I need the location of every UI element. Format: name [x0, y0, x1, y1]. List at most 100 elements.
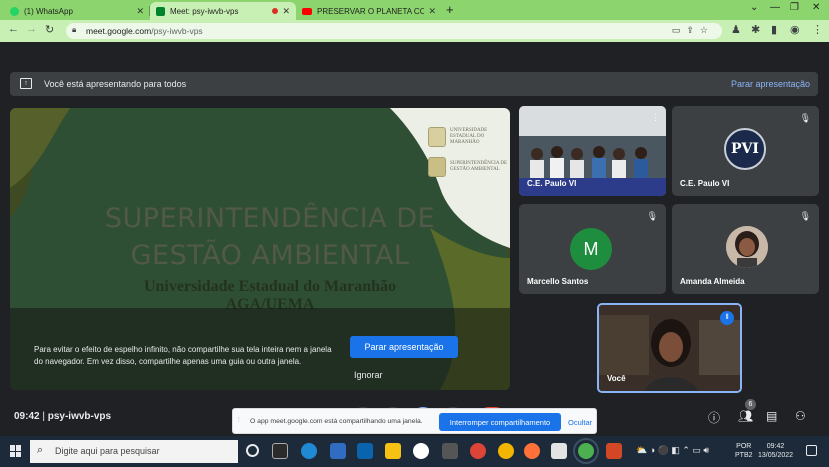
- more-menu-icon[interactable]: ⋮: [812, 23, 823, 36]
- sidepanel-icon[interactable]: ▮: [771, 23, 777, 36]
- stop-presenting-button[interactable]: Parar apresentação: [350, 336, 458, 358]
- share-notice-text: O app meet.google.com está compartilhand…: [250, 418, 423, 425]
- app-icon[interactable]: [442, 443, 458, 459]
- stop-presenting-link[interactable]: Parar apresentação: [731, 79, 810, 89]
- aga-seal-icon: [428, 157, 446, 177]
- dell-icon[interactable]: [413, 443, 429, 459]
- uema-seal-icon: [428, 127, 446, 147]
- search-icon: ⌕: [37, 444, 44, 456]
- mic-off-icon: 🎙︎: [646, 211, 658, 221]
- participant-name: Você: [607, 374, 626, 383]
- notification-icon[interactable]: [806, 445, 817, 456]
- address-bar[interactable]: 🔒︎ meet.google.com/psy-iwvb-vps ▭⇪☆: [66, 23, 722, 39]
- drag-handle-icon[interactable]: ⦙: [238, 417, 240, 425]
- firefox-icon[interactable]: [524, 443, 540, 459]
- tab-whatsapp[interactable]: (1) WhatsApp ✕: [4, 2, 150, 20]
- profile-icon[interactable]: ◉: [790, 23, 800, 36]
- separator: |: [42, 411, 45, 422]
- people-icon[interactable]: 👥︎: [738, 409, 753, 423]
- shared-screen: UNIVERSIDADE ESTADUAL DO MARANHÃO SUPERI…: [10, 108, 510, 390]
- window-close-button[interactable]: ✕: [812, 2, 820, 13]
- present-screen-icon: ↑: [20, 78, 32, 89]
- participant-tile[interactable]: ⋮ C.E. Paulo VI: [519, 106, 666, 196]
- browser-tab-strip: (1) WhatsApp ✕ Meet: psy-iwvb-vps ✕ PRES…: [0, 0, 829, 20]
- meeting-info: 09:42 | psy-iwvb-vps: [14, 411, 111, 422]
- stop-sharing-button[interactable]: Interromper compartilhamento: [439, 413, 561, 431]
- omnibox-action-icons[interactable]: ▭⇪☆: [672, 25, 714, 36]
- meeting-code: psy-iwvb-vps: [47, 411, 112, 422]
- hide-button[interactable]: Ocultar: [568, 418, 592, 427]
- self-view-tile[interactable]: ⦀ Você: [597, 303, 742, 393]
- tray-icons[interactable]: ⛅ ◑ ⚫ ◧ ⌃ ▭ 🔊︎: [636, 445, 709, 456]
- meeting-time: 09:42: [14, 411, 40, 422]
- people-count-badge: 6: [745, 399, 756, 410]
- activities-icon[interactable]: ⚇: [795, 409, 806, 423]
- whatsapp-icon: [10, 6, 19, 16]
- taskbar-search[interactable]: ⌕ Digite aqui para pesquisar: [30, 440, 238, 463]
- youtube-icon: [302, 7, 312, 15]
- tab-youtube[interactable]: PRESERVAR O PLANETA COM OS ✕: [296, 2, 442, 20]
- forward-button[interactable]: →: [26, 23, 37, 35]
- edge-icon[interactable]: [301, 443, 317, 459]
- avatar: [726, 226, 768, 268]
- mic-off-icon: 🎙︎: [799, 211, 811, 221]
- browser-toolbar: ← → ↻ 🔒︎ meet.google.com/psy-iwvb-vps ▭⇪…: [0, 20, 829, 42]
- speaking-indicator-icon: ⦀: [720, 311, 734, 325]
- ignore-button[interactable]: Ignorar: [354, 370, 383, 380]
- close-icon[interactable]: ✕: [136, 6, 144, 17]
- tab-label: (1) WhatsApp: [24, 6, 73, 16]
- participant-tile[interactable]: 🎙︎ Amanda Almeida: [672, 204, 819, 294]
- powerpoint-icon[interactable]: [606, 443, 622, 459]
- cortana-icon[interactable]: [246, 444, 259, 457]
- store-icon[interactable]: [330, 443, 346, 459]
- extension-icon[interactable]: ♟: [731, 23, 741, 36]
- participant-tile[interactable]: 🎙︎ M Marcello Santos: [519, 204, 666, 294]
- new-tab-button[interactable]: +: [446, 2, 454, 17]
- app-icon-yellow[interactable]: [498, 443, 514, 459]
- chat-icon[interactable]: ▤: [766, 409, 777, 423]
- presenting-text: Você está apresentando para todos: [44, 79, 187, 89]
- back-button[interactable]: ←: [8, 23, 19, 35]
- participant-name: Marcello Santos: [527, 277, 589, 286]
- puzzle-icon[interactable]: ✱: [751, 23, 760, 36]
- tab-meet[interactable]: Meet: psy-iwvb-vps ✕: [150, 2, 296, 20]
- url-text: meet.google.com/psy-iwvb-vps: [86, 26, 203, 36]
- school-logo: PVI: [724, 128, 766, 170]
- participant-name: Amanda Almeida: [680, 277, 745, 286]
- reload-button[interactable]: ↻: [45, 23, 54, 36]
- keyboard-language[interactable]: POR PTB2: [735, 442, 753, 460]
- info-icon[interactable]: ⓘ: [708, 409, 720, 426]
- mic-off-icon: 🎙︎: [799, 113, 811, 123]
- meet-page: ↑ Você está apresentando para todos Para…: [0, 42, 829, 436]
- task-view-icon[interactable]: [272, 443, 288, 459]
- file-explorer-icon[interactable]: [385, 443, 401, 459]
- lock-icon: 🔒︎: [72, 25, 77, 34]
- close-icon[interactable]: ✕: [428, 6, 436, 17]
- more-options-icon[interactable]: ⋮: [651, 112, 660, 123]
- uema-logo: UNIVERSIDADE ESTADUAL DO MARANHÃO: [428, 122, 508, 152]
- avatar: M: [570, 228, 612, 270]
- tab-label: PRESERVAR O PLANETA COM OS: [317, 6, 425, 16]
- app-icon-light[interactable]: [551, 443, 567, 459]
- recording-dot-icon: [272, 8, 279, 14]
- participant-name: C.E. Paulo VI: [527, 179, 577, 188]
- chevron-down-icon[interactable]: ⌄: [750, 2, 758, 13]
- participant-name: C.E. Paulo VI: [680, 179, 730, 188]
- chrome-icon[interactable]: [470, 443, 486, 459]
- close-icon[interactable]: ✕: [282, 6, 290, 17]
- mirror-warning-text: Para evitar o efeito de espelho infinito…: [34, 345, 332, 366]
- mail-icon[interactable]: [357, 443, 373, 459]
- search-placeholder: Digite aqui para pesquisar: [55, 446, 160, 456]
- restore-button[interactable]: ❐: [790, 2, 799, 13]
- presenting-banner: ↑ Você está apresentando para todos Para…: [10, 72, 818, 96]
- taskbar-clock[interactable]: 09:42 13/05/2022: [758, 442, 793, 460]
- windows-start-icon[interactable]: [10, 445, 22, 457]
- minimize-button[interactable]: —: [770, 2, 780, 13]
- slide-logos: UNIVERSIDADE ESTADUAL DO MARANHÃO SUPERI…: [428, 122, 508, 182]
- tab-label: Meet: psy-iwvb-vps: [170, 6, 239, 16]
- screen-share-notification: ⦙ O app meet.google.com está compartilha…: [232, 408, 597, 434]
- aga-logo: SUPERINTENDÊNCIA DE GESTÃO AMBIENTAL: [428, 152, 508, 182]
- chrome-active-icon[interactable]: [573, 438, 599, 464]
- participant-tile[interactable]: 🎙︎ PVI C.E. Paulo VI: [672, 106, 819, 196]
- windows-taskbar: ⌕ Digite aqui para pesquisar ⛅ ◑ ⚫ ◧ ⌃ ▭…: [0, 436, 829, 467]
